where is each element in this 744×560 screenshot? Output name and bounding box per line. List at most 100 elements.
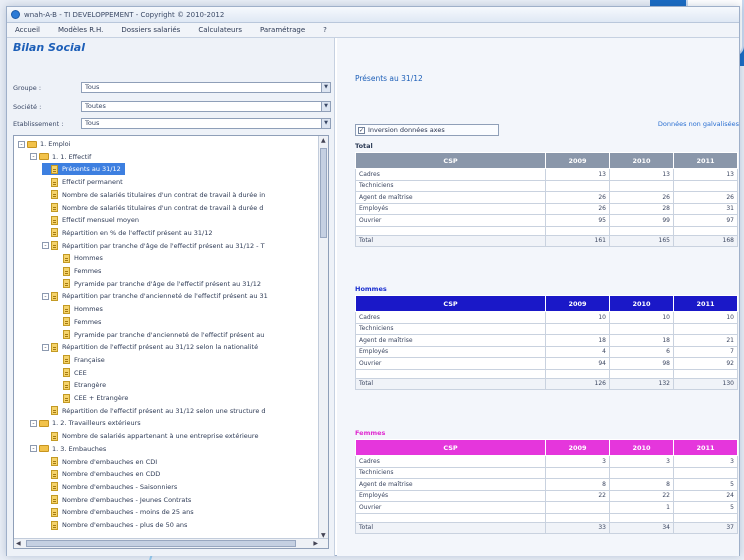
groupe-select[interactable]: Tous ▼ <box>81 82 331 93</box>
cell-value <box>545 179 610 192</box>
tree-item[interactable]: Nombre de salariés titulaires d'un contr… <box>42 189 265 201</box>
column-header[interactable]: CSP <box>355 295 546 312</box>
scroll-left-icon[interactable]: ◀ <box>16 540 21 547</box>
tree-item[interactable]: - 1. 3. Embauches <box>30 443 106 455</box>
csp-label: Cadres <box>355 168 546 181</box>
chevron-down-icon[interactable]: ▼ <box>321 83 330 92</box>
scroll-right-icon[interactable]: ▶ <box>313 540 318 547</box>
tree-item-label: Pyramide par tranche d'ancienneté de l'e… <box>74 330 265 339</box>
collapse-toggle-icon[interactable]: - <box>30 419 37 427</box>
cell-value: 4 <box>545 345 610 358</box>
report-document-icon <box>51 177 58 187</box>
tree-item[interactable]: Femmes <box>54 265 101 277</box>
column-header[interactable]: CSP <box>355 439 546 456</box>
tree-horizontal-scroll-thumb[interactable] <box>26 540 296 547</box>
total-row: Total 126 132 130 <box>355 377 738 390</box>
cell-value: 31 <box>673 202 738 215</box>
menu-modeles-rh[interactable]: Modèles R.H. <box>58 26 103 34</box>
tree-item[interactable]: Française <box>54 354 105 366</box>
tree-item[interactable]: Nombre de salariés titulaires d'un contr… <box>42 202 263 214</box>
tree-horizontal-scrollbar[interactable]: ◀ ▶ <box>14 538 328 548</box>
column-header[interactable]: CSP <box>355 152 546 169</box>
column-header[interactable]: 2011 <box>673 295 738 312</box>
tree-item[interactable]: Nombre d'embauches - plus de 50 ans <box>42 519 187 531</box>
column-header[interactable]: 2009 <box>545 152 610 169</box>
collapse-toggle-icon[interactable]: - <box>18 140 25 148</box>
menu-help[interactable]: ? <box>323 26 327 34</box>
total-label: Total <box>355 521 546 534</box>
tree-item[interactable]: - Répartition par tranche d'ancienneté de… <box>42 290 268 302</box>
column-header[interactable]: 2010 <box>609 295 674 312</box>
tree-item[interactable]: Nombre d'embauches en CDD <box>42 468 160 480</box>
tree-item[interactable]: Répartition de l'effectif présent au 31/… <box>42 405 266 417</box>
collapse-toggle-icon[interactable]: - <box>30 445 37 453</box>
tree-item[interactable]: Pyramide par tranche d'âge de l'effectif… <box>54 278 261 290</box>
etablissement-select[interactable]: Tous ▼ <box>81 118 331 129</box>
tree-item[interactable]: Etrangère <box>54 379 106 391</box>
menu-accueil[interactable]: Accueil <box>15 26 40 34</box>
checkbox-checked-icon[interactable]: ✓ <box>358 126 365 134</box>
collapse-toggle-icon[interactable]: - <box>42 292 49 300</box>
collapse-toggle-icon[interactable]: - <box>30 153 37 161</box>
cell-value: 98 <box>609 357 674 370</box>
table-row: Techniciens <box>355 466 738 479</box>
tree-item[interactable]: Nombre d'embauches en CDI <box>42 456 157 468</box>
cell-value: 3 <box>545 455 610 468</box>
column-header[interactable]: 2009 <box>545 439 610 456</box>
invert-axes-toggle[interactable]: ✓ Inversion données axes <box>355 124 499 136</box>
menu-dossiers-salaries[interactable]: Dossiers salariés <box>121 26 180 34</box>
tree-item[interactable]: Présents au 31/12 <box>42 163 125 176</box>
tree-item[interactable]: - 1. Emploi <box>18 138 70 150</box>
tree-vertical-scrollbar[interactable]: ▲ ▼ <box>318 136 328 540</box>
collapse-toggle-icon[interactable]: - <box>42 343 49 351</box>
tree-item[interactable]: Nombre d'embauches - Jeunes Contrats <box>42 494 191 506</box>
csp-label: Techniciens <box>355 466 546 479</box>
tree-item-label: Nombre de salariés titulaires d'un contr… <box>62 190 266 199</box>
cell-value: 26 <box>545 191 610 204</box>
column-header[interactable]: 2011 <box>673 439 738 456</box>
tree-item[interactable]: - Répartition de l'effectif présent au 31… <box>42 341 258 353</box>
tree-item-label: Nombre de salariés titulaires d'un contr… <box>62 203 264 212</box>
report-document-icon <box>63 317 70 327</box>
tree-item[interactable]: Nombre de salariés appartenant à une ent… <box>42 430 258 442</box>
csp-label: Ouvrier <box>355 214 546 227</box>
report-document-icon <box>51 495 58 505</box>
tree-item[interactable]: - 1. 1. Effectif <box>30 151 91 163</box>
menu-calculateurs[interactable]: Calculateurs <box>198 26 242 34</box>
tree-item[interactable]: - 1. 2. Travailleurs extérieurs <box>30 417 141 429</box>
tree-item[interactable]: Effectif permanent <box>42 176 123 188</box>
tree-item[interactable]: Pyramide par tranche d'ancienneté de l'e… <box>54 329 264 341</box>
chevron-down-icon[interactable]: ▼ <box>321 102 330 111</box>
column-header[interactable]: 2010 <box>609 439 674 456</box>
tree-vertical-scroll-thumb[interactable] <box>320 148 327 238</box>
table-section-title: Femmes <box>355 429 386 437</box>
column-header[interactable]: 2009 <box>545 295 610 312</box>
collapse-toggle-icon[interactable]: - <box>42 242 49 250</box>
graph-data-link[interactable]: Données non galvalisées <box>658 120 739 128</box>
column-header[interactable]: 2010 <box>609 152 674 169</box>
societe-select[interactable]: Toutes ▼ <box>81 101 331 112</box>
column-header[interactable]: 2011 <box>673 152 738 169</box>
tree-item[interactable]: Femmes <box>54 316 101 328</box>
indicator-tree[interactable]: -1. Emploi -1. 1. Effectif Présents au 31/… <box>13 135 329 549</box>
total-label: Total <box>355 234 546 247</box>
cell-value: 13 <box>545 168 610 181</box>
table-row: Cadres 10 10 10 <box>355 311 738 324</box>
chevron-down-icon[interactable]: ▼ <box>321 119 330 128</box>
tree-item[interactable]: Effectif mensuel moyen <box>42 214 139 226</box>
table-row: Agent de maîtrise 26 26 26 <box>355 191 738 204</box>
tree-item[interactable]: Nombre d'embauches - moins de 25 ans <box>42 506 194 518</box>
tree-item[interactable]: Hommes <box>54 303 103 315</box>
tree-item[interactable]: Hommes <box>54 252 103 264</box>
tree-item[interactable]: Répartition en % de l'effectif présent a… <box>42 227 213 239</box>
menu-bar: Accueil Modèles R.H. Dossiers salariés C… <box>7 23 739 38</box>
tree-item[interactable]: CEE <box>54 367 87 379</box>
tree-item[interactable]: - Répartition par tranche d'âge de l'effe… <box>42 240 265 252</box>
table-row: Cadres 13 13 13 <box>355 168 738 181</box>
report-heading: Présents au 31/12 <box>355 74 423 83</box>
tree-item[interactable]: Nombre d'embauches - Saisonniers <box>42 481 177 493</box>
tree-item[interactable]: CEE + Etrangère <box>54 392 128 404</box>
total-row: Total 33 34 37 <box>355 521 738 534</box>
scroll-up-icon[interactable]: ▲ <box>321 137 326 144</box>
menu-parametrage[interactable]: Paramétrage <box>260 26 305 34</box>
